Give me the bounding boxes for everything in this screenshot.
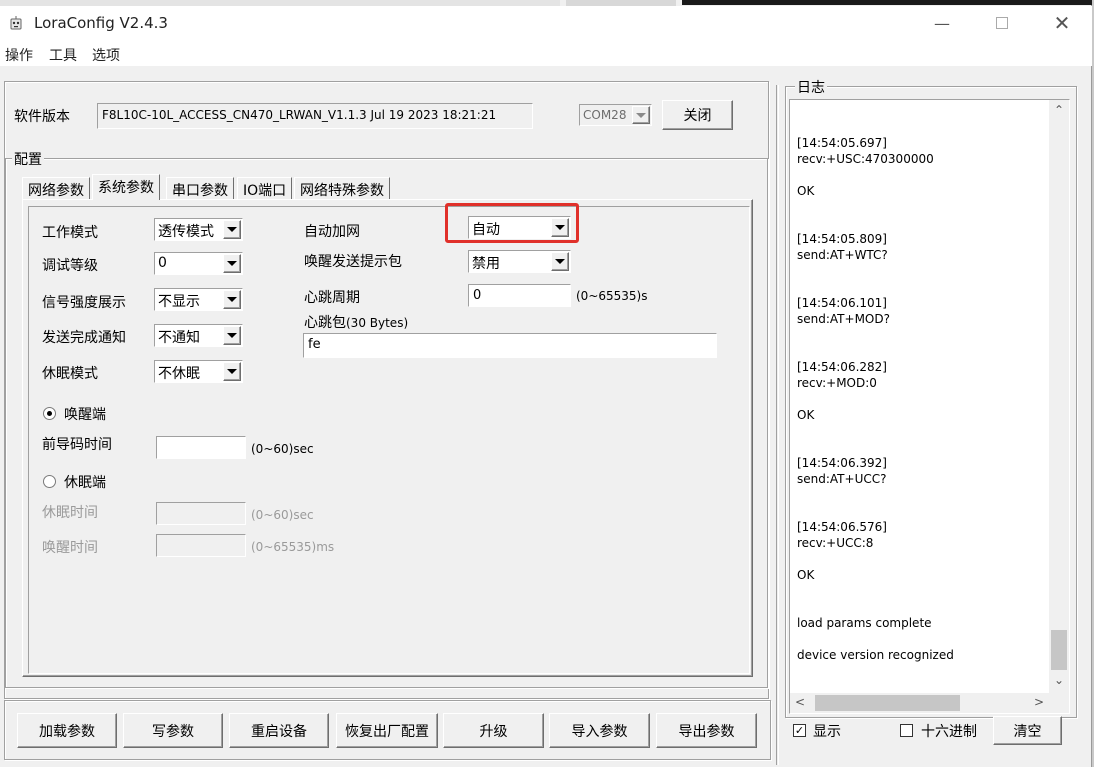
log-entry: device version recognized xyxy=(797,648,954,662)
log-entry: [14:54:06.101] send:AT+MOD? xyxy=(797,296,890,326)
write-params-button[interactable]: 写参数 xyxy=(123,713,223,748)
chevron-down-icon[interactable] xyxy=(223,220,241,239)
export-params-button[interactable]: 导出参数 xyxy=(656,713,757,748)
show-checkbox[interactable]: ✓ xyxy=(793,724,806,737)
check-icon: ✓ xyxy=(794,724,805,737)
close-window-button[interactable]: ✕ xyxy=(1032,6,1092,40)
chevron-down-icon[interactable] xyxy=(223,362,241,381)
load-params-button[interactable]: 加载参数 xyxy=(17,713,117,748)
signal-display-select[interactable]: 不显示 xyxy=(154,288,243,311)
vertical-scroll-thumb[interactable] xyxy=(1051,630,1067,670)
wake-end-label: 唤醒端 xyxy=(64,407,106,423)
hex-label: 十六进制 xyxy=(921,724,977,740)
work-mode-value: 透传模式 xyxy=(158,224,214,240)
log-textarea[interactable]: [14:54:05.697] recv:+USC:470300000 OK [1… xyxy=(789,99,1070,714)
highlight-box xyxy=(445,203,579,243)
factory-reset-button[interactable]: 恢复出厂配置 xyxy=(336,713,438,748)
minimize-icon: — xyxy=(934,13,950,33)
minimize-button[interactable]: — xyxy=(912,6,972,40)
import-params-button[interactable]: 导入参数 xyxy=(549,713,650,748)
signal-display-label: 信号强度展示 xyxy=(42,295,126,311)
debug-level-select[interactable]: 0 xyxy=(154,252,243,275)
hex-checkbox[interactable] xyxy=(900,724,913,737)
wake-prompt-label: 唤醒发送提示包 xyxy=(304,254,402,270)
wake-prompt-value: 禁用 xyxy=(472,256,500,272)
maximize-button[interactable] xyxy=(972,6,1032,40)
log-entry: [14:54:06.282] recv:+MOD:0 OK xyxy=(797,360,887,422)
chevron-down-icon[interactable] xyxy=(551,252,569,271)
scroll-up-icon[interactable]: ⌃ xyxy=(1054,103,1064,117)
work-mode-label: 工作模式 xyxy=(42,225,98,241)
maximize-icon xyxy=(996,17,1008,29)
wake-time-label: 唤醒时间 xyxy=(42,540,98,556)
preamble-time-label: 前导码时间 xyxy=(42,437,112,453)
sleep-time-range: (0~60)sec xyxy=(251,508,314,522)
sleep-time-label: 休眠时间 xyxy=(42,505,98,521)
sleep-mode-label: 休眠模式 xyxy=(42,366,98,382)
chevron-down-icon[interactable] xyxy=(223,290,241,309)
preamble-time-input[interactable] xyxy=(156,436,246,459)
log-group-title: 日志 xyxy=(795,77,827,97)
heartbeat-period-input[interactable]: 0 xyxy=(468,284,571,307)
wake-time-range: (0~65535)ms xyxy=(251,540,335,554)
heartbeat-packet-input[interactable]: fe xyxy=(303,333,717,358)
send-notify-select[interactable]: 不通知 xyxy=(154,324,243,347)
heartbeat-period-range: (0~65535)s xyxy=(576,289,648,303)
heartbeat-period-label: 心跳周期 xyxy=(304,290,360,306)
close-icon: ✕ xyxy=(1053,11,1071,35)
upgrade-button[interactable]: 升级 xyxy=(443,713,544,748)
scroll-down-icon[interactable]: ⌄ xyxy=(1054,673,1064,687)
signal-display-value: 不显示 xyxy=(158,294,200,310)
log-entry: [14:54:05.697] recv:+USC:470300000 OK xyxy=(797,136,934,198)
work-mode-select[interactable]: 透传模式 xyxy=(154,218,243,241)
sleep-time-input xyxy=(156,502,246,525)
send-notify-label: 发送完成通知 xyxy=(42,330,126,346)
clear-log-button[interactable]: 清空 xyxy=(993,716,1062,745)
radio-selected-dot xyxy=(47,411,52,416)
debug-level-label: 调试等级 xyxy=(42,258,98,274)
heartbeat-packet-label: 心跳包(30 Bytes) xyxy=(304,315,409,331)
app-window: LoraConfig V2.4.3 — ✕ 操作 工具 选项 软件版本 F8L1… xyxy=(0,0,1092,767)
wake-end-radio[interactable] xyxy=(43,407,56,420)
horizontal-scroll-thumb[interactable] xyxy=(815,695,960,711)
log-entry: load params complete xyxy=(797,616,932,630)
wake-prompt-select[interactable]: 禁用 xyxy=(468,250,571,273)
wake-time-input xyxy=(156,534,246,557)
sleep-mode-value: 不休眠 xyxy=(158,366,200,382)
log-entry: [14:54:05.809] send:AT+WTC? xyxy=(797,232,888,262)
log-horizontal-scrollbar[interactable]: < > xyxy=(790,693,1051,713)
sleep-end-radio[interactable] xyxy=(43,475,56,488)
debug-level-value: 0 xyxy=(158,255,167,271)
auto-join-label: 自动加网 xyxy=(304,224,360,240)
chevron-down-icon[interactable] xyxy=(223,254,241,273)
restart-device-button[interactable]: 重启设备 xyxy=(229,713,329,748)
scroll-left-icon[interactable]: < xyxy=(795,695,805,709)
scrollbar-corner xyxy=(1049,693,1069,713)
log-entry: [14:54:06.576] recv:+UCC:8 OK xyxy=(797,520,887,582)
log-vertical-scrollbar[interactable]: ⌃ ⌄ xyxy=(1049,100,1069,693)
log-entry: [14:54:06.392] send:AT+UCC? xyxy=(797,456,887,486)
chevron-down-icon[interactable] xyxy=(223,326,241,345)
log-text: [14:54:05.697] recv:+USC:470300000 OK [1… xyxy=(797,108,1047,663)
show-label: 显示 xyxy=(813,724,841,740)
send-notify-value: 不通知 xyxy=(158,330,200,346)
system-params-content: 工作模式 透传模式 调试等级 0 信号强度展示 不显示 发送完成通知 不通知 休… xyxy=(0,0,780,700)
preamble-time-range: (0~60)sec xyxy=(251,442,314,456)
sleep-mode-select[interactable]: 不休眠 xyxy=(154,360,243,383)
scroll-right-icon[interactable]: > xyxy=(1034,695,1044,709)
sleep-end-label: 休眠端 xyxy=(64,475,106,491)
